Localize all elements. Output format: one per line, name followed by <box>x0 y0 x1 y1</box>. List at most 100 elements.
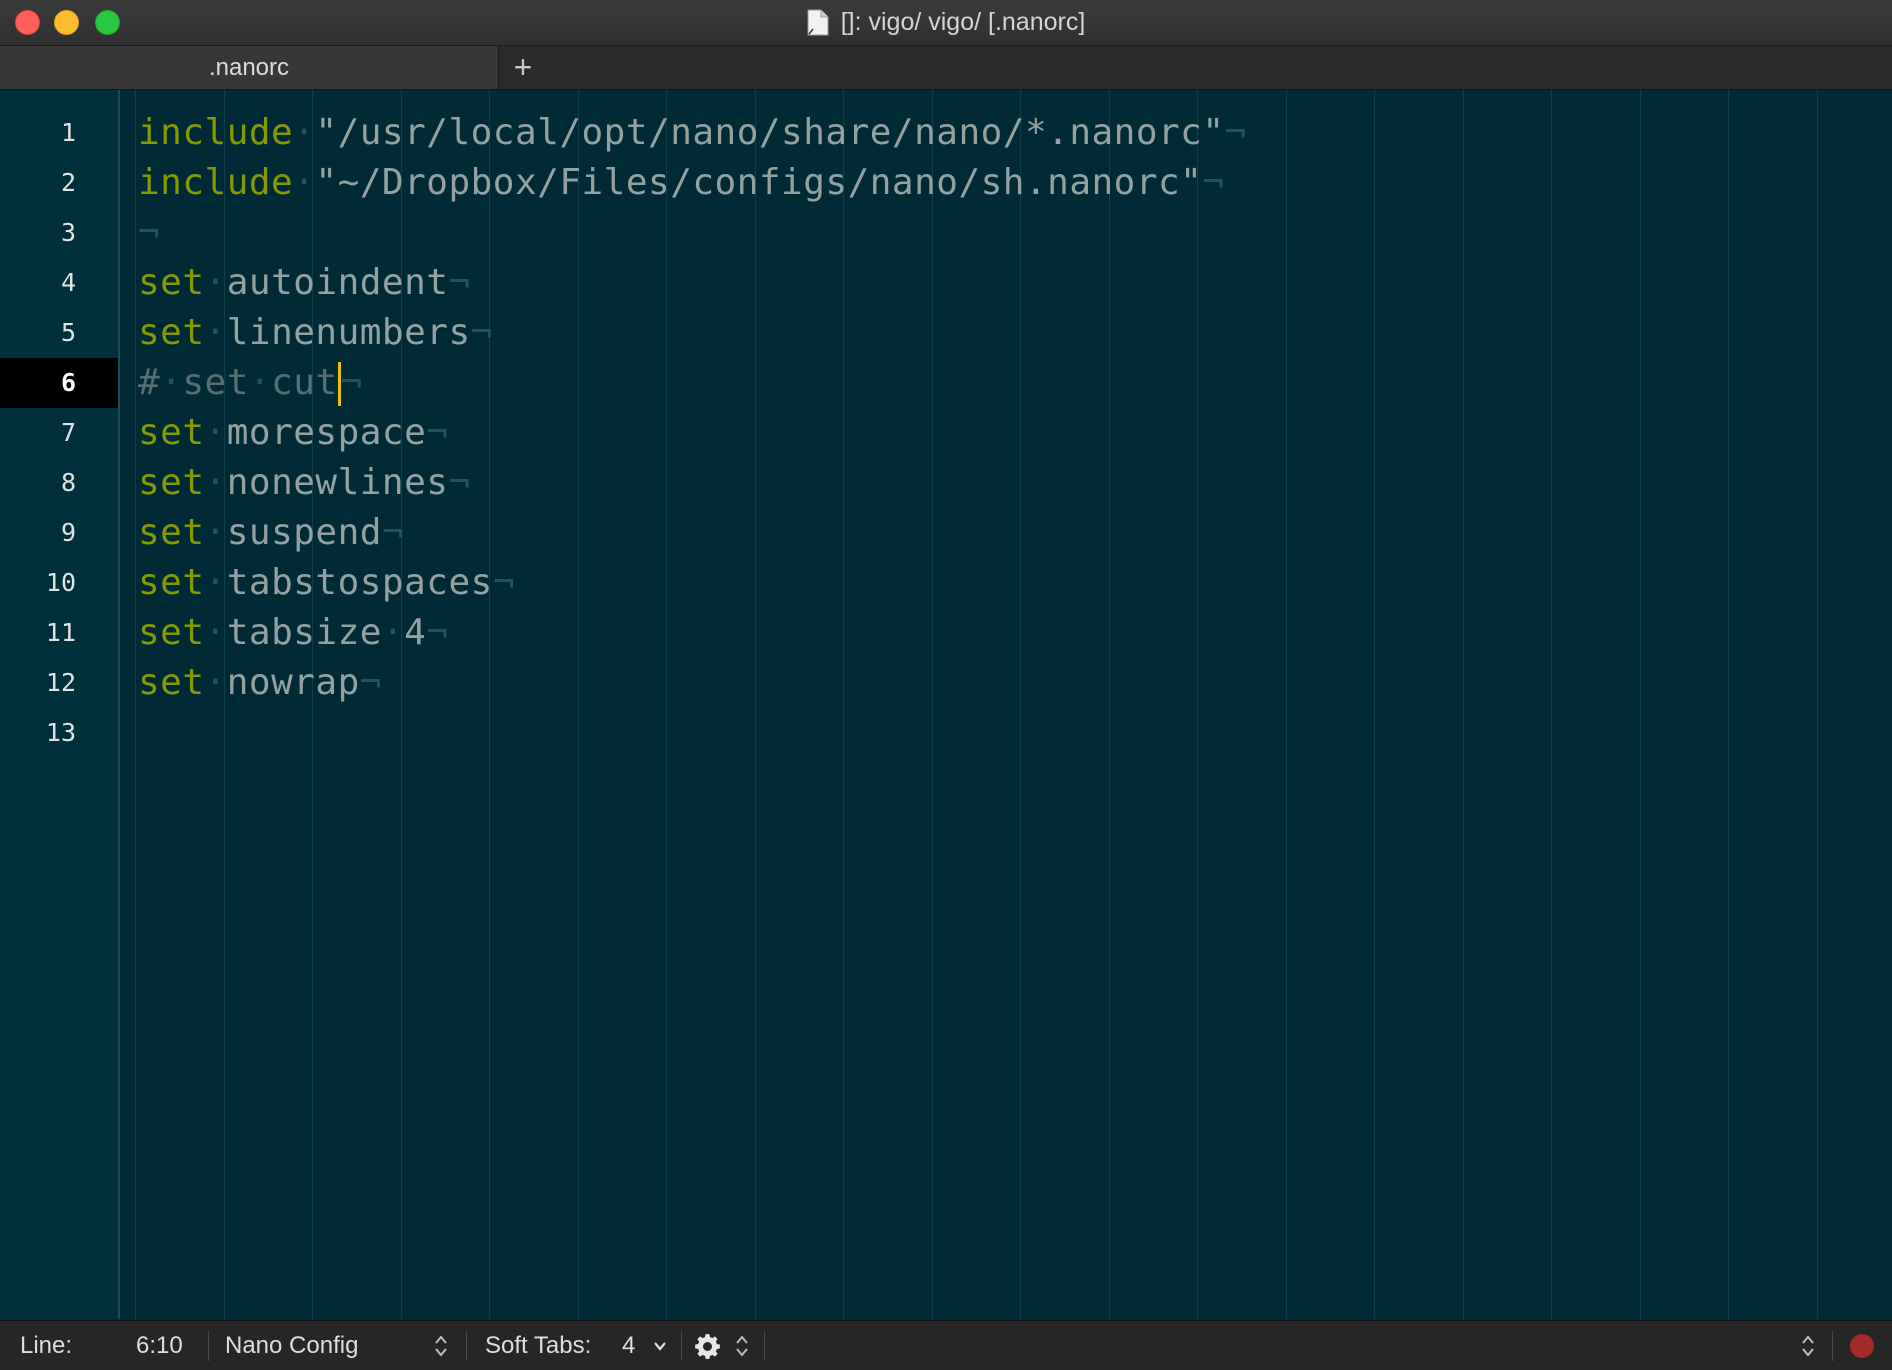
code-line: set·nowrap¬ <box>138 658 382 708</box>
option: linenumbers <box>226 312 471 353</box>
keyword: include <box>138 112 294 153</box>
document-icon[interactable] <box>807 9 829 36</box>
eol-marker: ¬ <box>359 662 382 703</box>
tab-nanorc[interactable]: .nanorc <box>0 46 499 89</box>
whitespace-marker: · <box>204 462 227 503</box>
eol-marker: ¬ <box>448 462 471 503</box>
eol-marker: ¬ <box>426 612 449 653</box>
whitespace-marker: · <box>204 512 227 553</box>
line-number: 9 <box>60 518 76 547</box>
tab-size-value: 4 <box>622 1332 636 1359</box>
line-number-current: 6 <box>0 358 118 408</box>
chevron-updown-icon <box>435 1335 447 1357</box>
gear-icon[interactable] <box>694 1333 721 1360</box>
keyword: set <box>138 262 205 303</box>
line-number: 2 <box>60 168 76 197</box>
code-editor[interactable]: include·"/usr/local/opt/nano/share/nano/… <box>120 90 1892 1319</box>
option: tabsize·4 <box>226 612 427 653</box>
code-line: set·linenumbers¬ <box>138 308 493 358</box>
whitespace-marker: · <box>160 362 183 403</box>
whitespace-marker: · <box>204 662 227 703</box>
line-number: 7 <box>60 418 76 447</box>
indent-guide <box>1374 90 1375 1319</box>
eol-marker: ¬ <box>492 562 515 603</box>
title-bar[interactable]: []: vigo/ vigo/ [.nanorc] <box>0 0 1892 46</box>
divider <box>466 1331 467 1361</box>
indent-guide <box>578 90 579 1319</box>
cursor-position[interactable]: 6:10 <box>136 1321 183 1370</box>
whitespace-marker: · <box>293 112 316 153</box>
option: tabstospaces <box>226 562 493 603</box>
window-title-area: []: vigo/ vigo/ [.nanorc] <box>0 0 1892 45</box>
option: suspend <box>226 512 382 553</box>
divider <box>208 1331 209 1361</box>
indent-guide <box>135 90 136 1319</box>
line-number: 13 <box>45 718 76 747</box>
keyword: set <box>138 662 205 703</box>
eol-marker: ¬ <box>426 412 449 453</box>
line-number: 3 <box>60 218 76 247</box>
whitespace-marker: · <box>204 312 227 353</box>
line-number: 4 <box>60 268 76 297</box>
eol-marker: ¬ <box>138 212 161 253</box>
divider <box>1832 1331 1833 1361</box>
line-label: Line: <box>20 1332 73 1359</box>
keyword: include <box>138 162 294 203</box>
line-number: 11 <box>45 618 76 647</box>
whitespace-marker: · <box>248 362 272 403</box>
code-line-current: #·set·cut¬ <box>138 358 363 408</box>
code-line: set·suspend¬ <box>138 508 404 558</box>
line-number: 8 <box>60 468 76 497</box>
line-number: 5 <box>60 318 76 347</box>
code-line: set·autoindent¬ <box>138 258 471 308</box>
indent-guide <box>666 90 667 1319</box>
whitespace-marker: · <box>204 412 227 453</box>
keyword: set <box>138 612 205 653</box>
keyword: set <box>138 412 205 453</box>
whitespace-marker: · <box>204 262 227 303</box>
eol-marker: ¬ <box>1224 112 1247 153</box>
whitespace-marker: · <box>204 562 227 603</box>
indent-guide <box>1640 90 1641 1319</box>
indent-guide <box>1551 90 1552 1319</box>
code-line: set·nonewlines¬ <box>138 458 471 508</box>
divider <box>764 1331 765 1361</box>
eol-marker: ¬ <box>340 362 363 403</box>
string: "/usr/local/opt/nano/share/nano/*.nanorc… <box>315 112 1225 153</box>
indent-guide <box>1197 90 1198 1319</box>
tab-bar: .nanorc + <box>0 46 1892 90</box>
indent-guide <box>1020 90 1021 1319</box>
keyword: set <box>138 312 205 353</box>
option: morespace <box>226 412 427 453</box>
keyword: set <box>138 512 205 553</box>
option: nonewlines <box>226 462 449 503</box>
window-title: []: vigo/ vigo/ [.nanorc] <box>840 8 1086 36</box>
indent-guide <box>1286 90 1287 1319</box>
indent-guide <box>932 90 933 1319</box>
indent-guide <box>1817 90 1818 1319</box>
line-number: 10 <box>45 568 76 597</box>
chevron-down-icon <box>654 1342 666 1351</box>
chevron-updown-icon[interactable] <box>734 1333 750 1359</box>
line-number: 12 <box>45 668 76 697</box>
indent-guide <box>1728 90 1729 1319</box>
whitespace-marker: · <box>204 612 227 653</box>
code-line: set·tabsize·4¬ <box>138 608 449 658</box>
status-bar: Line: 6:10 Nano Config Soft Tabs: 4 <box>0 1320 1892 1370</box>
indent-guide <box>1463 90 1464 1319</box>
editor-window: []: vigo/ vigo/ [.nanorc] .nanorc + 1 2 … <box>0 0 1892 1370</box>
code-line: include·"~/Dropbox/Files/configs/nano/sh… <box>138 158 1225 208</box>
code-line: set·morespace¬ <box>138 408 448 458</box>
chevron-updown-icon[interactable] <box>1800 1333 1816 1359</box>
code-line: ¬ <box>138 208 160 258</box>
indent-guide <box>489 90 490 1319</box>
line-number-gutter[interactable]: 1 2 3 4 5 6 7 8 9 10 11 12 13 <box>0 90 120 1319</box>
new-tab-button[interactable]: + <box>503 46 543 89</box>
divider <box>681 1331 682 1361</box>
string: "~/Dropbox/Files/configs/nano/sh.nanorc" <box>315 162 1203 203</box>
comment: #·set·cut <box>138 362 338 403</box>
soft-tabs-label: Soft Tabs: <box>485 1332 592 1359</box>
syntax-selector[interactable]: Nano Config <box>225 1321 453 1370</box>
option: autoindent <box>226 262 449 303</box>
record-icon[interactable] <box>1850 1334 1874 1358</box>
